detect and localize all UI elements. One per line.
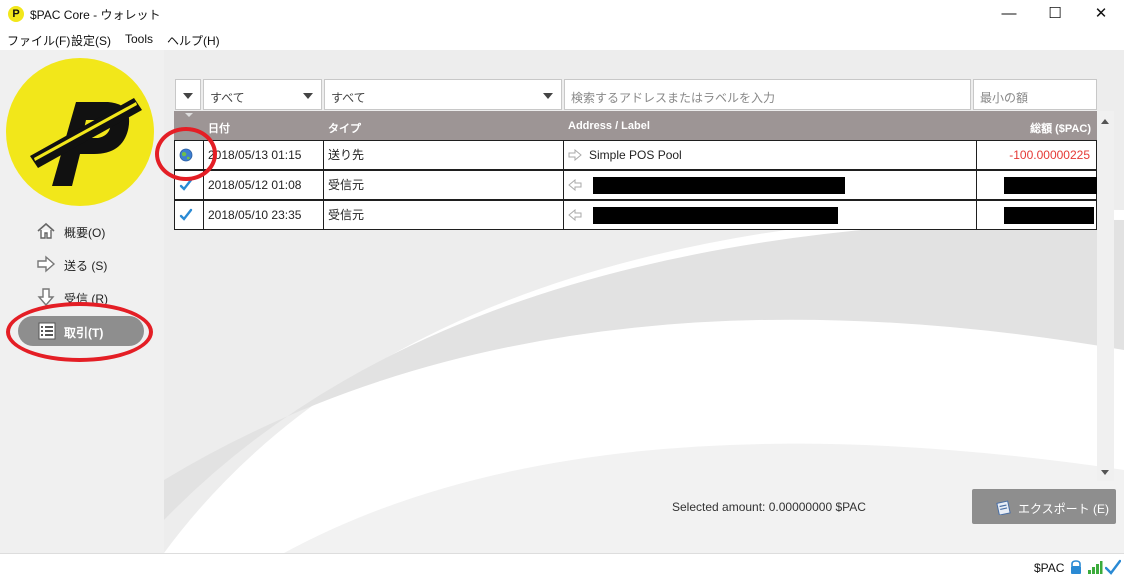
redacted-address (593, 207, 838, 224)
scroll-up-icon[interactable] (1101, 119, 1109, 124)
send-arrow-icon (37, 255, 56, 273)
date-cell: 2018/05/12 01:08 (208, 178, 302, 192)
table-row[interactable]: 2018/05/13 01:15 送り先 Simple POS Pool -10… (174, 140, 1097, 170)
table-row[interactable]: 2018/05/12 01:08 受信元 (174, 170, 1098, 200)
sidebar-item-label: 概要(O) (64, 226, 106, 240)
type-filter-select[interactable]: すべて (324, 79, 562, 110)
column-divider (976, 141, 977, 169)
incoming-arrow-icon (568, 179, 582, 191)
address-cell: Simple POS Pool (589, 148, 682, 162)
column-divider (563, 201, 564, 229)
close-button[interactable]: ✕ (1078, 0, 1124, 28)
redacted-amount (1004, 207, 1094, 224)
column-divider (203, 141, 204, 169)
type-filter-value: すべて (331, 91, 366, 105)
column-divider (563, 141, 564, 169)
type-cell: 受信元 (328, 208, 365, 222)
confirmed-check-icon (179, 208, 193, 221)
sidebar-item-label: 受信 (R) (64, 292, 108, 306)
sort-indicator-icon[interactable] (185, 113, 193, 117)
menu-file[interactable]: ファイル(F) (7, 32, 70, 49)
status-bar: $PAC (0, 553, 1124, 580)
column-header-amount[interactable]: 総額 ($PAC) (1030, 120, 1091, 136)
column-divider (976, 201, 977, 229)
export-document-icon (996, 500, 1011, 515)
column-divider (323, 171, 324, 199)
column-header-type[interactable]: タイプ (328, 120, 361, 136)
title-bar: P $PAC Core - ウォレット — ☐ ✕ (0, 0, 1124, 28)
date-cell: 2018/05/13 01:15 (208, 148, 302, 162)
type-cell: 送り先 (328, 148, 365, 162)
column-divider (563, 171, 564, 199)
outgoing-arrow-icon (568, 149, 582, 161)
network-signal-icon (1088, 561, 1103, 574)
pac-logo-icon (30, 98, 142, 186)
incoming-arrow-icon (568, 209, 582, 221)
scroll-down-icon[interactable] (1101, 470, 1109, 475)
unconfirmed-globe-icon (179, 148, 193, 162)
column-divider (323, 201, 324, 229)
sidebar: 概要(O) 送る (S) 受信 (R) 取引(T) (0, 50, 164, 553)
table-row[interactable]: 2018/05/10 23:35 受信元 (174, 200, 1097, 230)
type-cell: 受信元 (328, 178, 365, 192)
date-filter-select[interactable]: すべて (203, 79, 322, 110)
date-filter-value: すべて (210, 91, 245, 105)
min-amount-input[interactable]: 最小の額 (973, 79, 1097, 110)
menu-tools[interactable]: Tools (125, 32, 153, 46)
column-divider (203, 171, 204, 199)
menu-settings[interactable]: 設定(S) (71, 32, 111, 49)
min-amount-placeholder: 最小の額 (980, 91, 1029, 105)
address-search-input[interactable]: 検索するアドレスまたはラベルを入力 (564, 79, 971, 110)
app-logo-icon: P (8, 6, 24, 22)
menu-help[interactable]: ヘルプ(H) (167, 32, 220, 49)
table-header: 日付 タイプ Address / Label 総額 ($PAC) (174, 111, 1097, 140)
home-icon (37, 222, 55, 239)
chevron-down-icon (183, 93, 193, 99)
sidebar-item-label: 取引(T) (64, 326, 104, 340)
search-placeholder: 検索するアドレスまたはラベルを入力 (571, 91, 776, 105)
maximize-button[interactable]: ☐ (1032, 0, 1078, 28)
list-icon (38, 322, 56, 340)
chevron-down-icon (543, 93, 553, 99)
transactions-panel: すべて すべて 検索するアドレスまたはラベルを入力 最小の額 日付 タイプ Ad… (164, 50, 1124, 553)
receive-arrow-icon (37, 288, 55, 307)
minimize-button[interactable]: — (986, 0, 1032, 28)
redacted-amount (1004, 177, 1098, 194)
lock-icon (1071, 560, 1081, 574)
date-cell: 2018/05/10 23:35 (208, 208, 302, 222)
column-divider (323, 141, 324, 169)
redacted-address (593, 177, 845, 194)
sidebar-item-receive[interactable]: 受信 (R) (36, 284, 156, 310)
column-header-address[interactable]: Address / Label (568, 120, 650, 132)
synced-check-icon (1105, 559, 1121, 575)
column-header-date[interactable]: 日付 (208, 120, 230, 136)
selected-amount-label: Selected amount: 0.00000000 $PAC (672, 500, 866, 514)
sidebar-item-send[interactable]: 送る (S) (36, 251, 156, 277)
sidebar-item-overview[interactable]: 概要(O) (36, 218, 156, 244)
export-button-label: エクスポート (E) (1018, 502, 1109, 516)
confirmed-check-icon (179, 178, 193, 191)
sidebar-item-transactions[interactable]: 取引(T) (18, 316, 144, 346)
menu-bar: ファイル(F) 設定(S) Tools ヘルプ(H) (0, 29, 1124, 50)
column-divider (976, 171, 977, 199)
window-title: $PAC Core - ウォレット (30, 8, 161, 22)
export-button[interactable]: エクスポート (E) (972, 489, 1116, 524)
watch-only-filter[interactable] (175, 79, 201, 110)
chevron-down-icon (303, 93, 313, 99)
unit-label[interactable]: $PAC (1034, 561, 1064, 575)
amount-cell: -100.00000225 (1009, 148, 1090, 162)
column-divider (203, 201, 204, 229)
vertical-scrollbar[interactable] (1097, 111, 1114, 481)
sidebar-item-label: 送る (S) (64, 259, 108, 273)
pac-logo (6, 58, 154, 206)
